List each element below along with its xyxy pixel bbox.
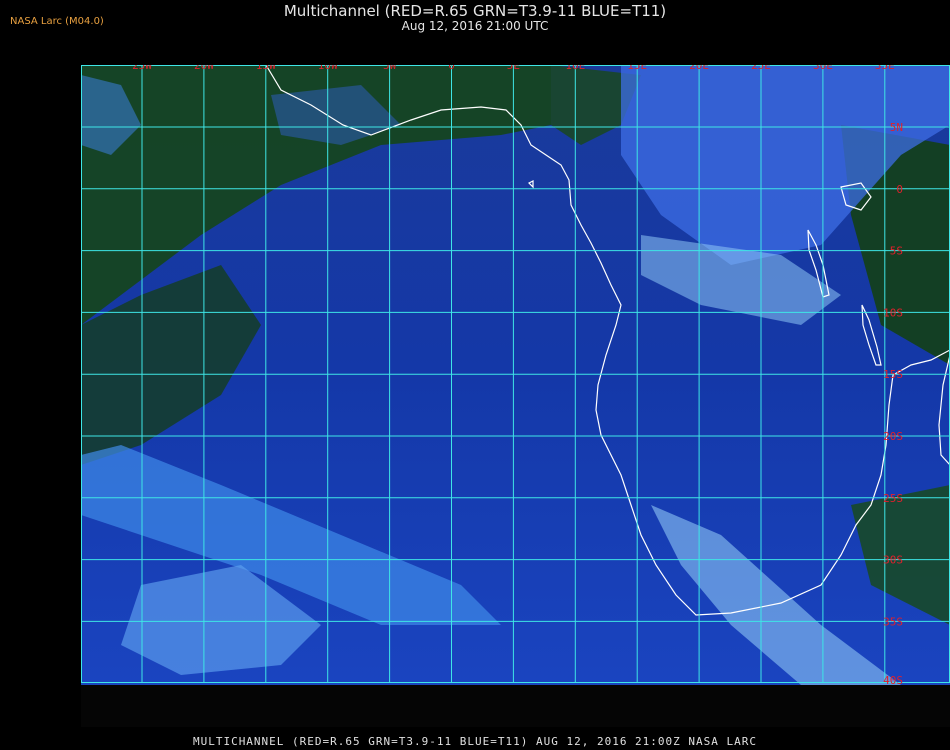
image-background — [81, 65, 950, 727]
longitude-label: 10E — [565, 65, 585, 72]
image-footer-caption: MULTICHANNEL (RED=R.65 GRN=T3.9-11 BLUE=… — [192, 735, 758, 748]
longitude-label: 15W — [256, 65, 276, 72]
latitude-label: 40S — [883, 674, 903, 687]
map-canvas: 25W 20W 15W 10W 5W 0 5E 10E 15E 20E 25E 30E 35E 5N 0 5… — [81, 65, 950, 727]
longitude-label: 35E — [875, 65, 895, 72]
image-title: Multichannel (RED=R.65 GRN=T3.9-11 BLUE=… — [283, 2, 667, 20]
longitude-label: 25E — [751, 65, 771, 72]
satellite-map: 25W 20W 15W 10W 5W 0 5E 10E 15E 20E 25E 30E 35E 5N 0 5… — [81, 65, 950, 727]
latitude-label: 30S — [883, 554, 903, 567]
longitude-label: 5W — [383, 65, 397, 72]
latitude-label: 20S — [883, 430, 903, 443]
longitude-label: 15E — [627, 65, 647, 72]
longitude-label: 10W — [318, 65, 338, 72]
latitude-label: 5N — [890, 121, 903, 134]
latitude-label: 5S — [890, 245, 903, 258]
latitude-label: 0 — [896, 183, 903, 196]
longitude-label: 0 — [448, 65, 455, 72]
image-timestamp: Aug 12, 2016 21:00 UTC — [401, 19, 549, 33]
latitude-label: 35S — [883, 615, 903, 628]
longitude-label: 25W — [132, 65, 152, 72]
longitude-label: 20E — [689, 65, 709, 72]
image-header: NASA Larc (M04.0) Multichannel (RED=R.65… — [0, 0, 950, 60]
longitude-label: 20W — [194, 65, 214, 72]
latitude-label: 10S — [883, 306, 903, 319]
latitude-label: 25S — [883, 492, 903, 505]
longitude-label: 5E — [507, 65, 520, 72]
longitude-label: 30E — [813, 65, 833, 72]
latitude-label: 15S — [883, 368, 903, 381]
